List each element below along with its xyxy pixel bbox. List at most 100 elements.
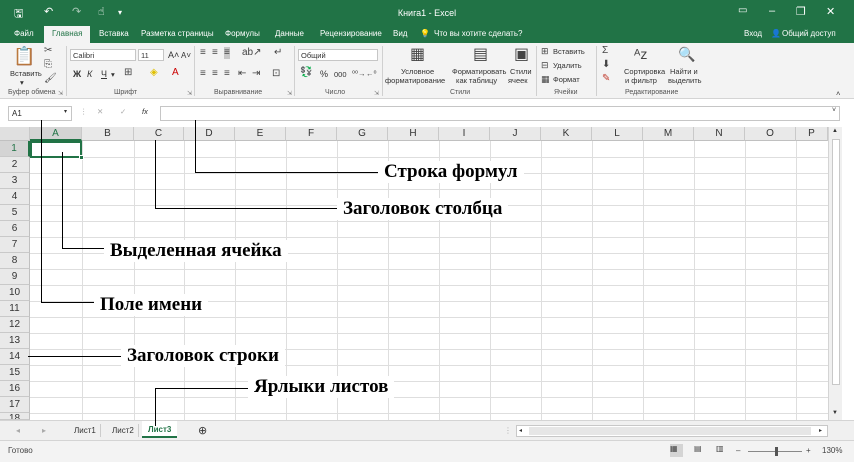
cell-styles-icon[interactable]: ▣ bbox=[514, 46, 529, 64]
align-bottom-icon[interactable]: ≡ bbox=[224, 47, 230, 59]
align-right-icon[interactable]: ≡ bbox=[224, 68, 230, 80]
tab-data[interactable]: Данные bbox=[275, 29, 304, 38]
zoom-in-icon[interactable]: + bbox=[806, 446, 811, 455]
close-button[interactable]: ✕ bbox=[826, 5, 835, 18]
find-select-label-1[interactable]: Найти и bbox=[670, 67, 698, 76]
underline-button[interactable]: Ч bbox=[101, 69, 107, 79]
paste-icon[interactable]: 📋 bbox=[13, 46, 35, 66]
conditional-formatting-label-1[interactable]: Условное bbox=[401, 67, 434, 76]
row-header-13[interactable]: 13 bbox=[0, 333, 30, 349]
scroll-down-icon[interactable]: ▼ bbox=[832, 410, 838, 416]
align-left-icon[interactable]: ≡ bbox=[200, 68, 206, 80]
accounting-format-icon[interactable]: 💱 bbox=[300, 67, 312, 79]
scroll-left-icon[interactable]: ◂ bbox=[519, 427, 522, 434]
font-name-select[interactable]: Calibri bbox=[70, 49, 136, 61]
delete-cells-button[interactable]: Удалить bbox=[553, 61, 582, 70]
sheet-tab-1[interactable]: Лист1 bbox=[70, 424, 101, 437]
column-header-b[interactable]: B bbox=[82, 127, 134, 141]
cut-icon[interactable]: ✂ bbox=[44, 45, 52, 57]
collapse-ribbon-icon[interactable]: ˄ bbox=[836, 89, 840, 98]
paste-button[interactable]: Вставить bbox=[10, 69, 42, 78]
column-header-d[interactable]: D bbox=[184, 127, 235, 141]
sign-in-link[interactable]: Вход bbox=[744, 29, 762, 38]
row-header-10[interactable]: 10 bbox=[0, 285, 30, 301]
maximize-button[interactable]: ❐ bbox=[796, 5, 806, 18]
alignment-launcher-icon[interactable]: ⇲ bbox=[287, 90, 292, 97]
column-header-j[interactable]: J bbox=[490, 127, 541, 141]
confirm-entry-icon[interactable]: ✓ bbox=[120, 107, 126, 116]
scroll-up-icon[interactable]: ▲ bbox=[832, 128, 838, 134]
row-header-6[interactable]: 6 bbox=[0, 221, 30, 237]
wrap-text-icon[interactable]: ↵ bbox=[274, 47, 282, 59]
increase-font-icon[interactable]: A˄ bbox=[168, 50, 179, 60]
tab-formulas[interactable]: Формулы bbox=[225, 29, 260, 38]
column-header-f[interactable]: F bbox=[286, 127, 337, 141]
row-header-8[interactable]: 8 bbox=[0, 253, 30, 269]
column-header-h[interactable]: H bbox=[388, 127, 439, 141]
zoom-level[interactable]: 130% bbox=[822, 446, 842, 455]
format-as-table-label-2[interactable]: как таблицу bbox=[456, 76, 497, 85]
paste-dropdown-icon[interactable]: ▾ bbox=[20, 78, 24, 87]
tab-insert[interactable]: Вставка bbox=[99, 29, 129, 38]
row-header-15[interactable]: 15 bbox=[0, 365, 30, 381]
minimize-button[interactable]: – bbox=[769, 5, 775, 17]
font-launcher-icon[interactable]: ⇲ bbox=[187, 90, 192, 97]
tab-split-handle-icon[interactable]: ⋮ bbox=[500, 424, 516, 437]
column-header-m[interactable]: M bbox=[643, 127, 694, 141]
insert-cells-button[interactable]: Вставить bbox=[553, 47, 585, 56]
ribbon-display-options-icon[interactable]: ▭ bbox=[738, 5, 747, 16]
sort-filter-icon[interactable]: ᴬᴢ bbox=[634, 46, 647, 62]
tab-view[interactable]: Вид bbox=[393, 29, 407, 38]
formula-input[interactable] bbox=[160, 106, 840, 121]
increase-indent-icon[interactable]: ⇥ bbox=[252, 68, 260, 80]
row-header-14[interactable]: 14 bbox=[0, 349, 30, 365]
column-header-k[interactable]: K bbox=[541, 127, 592, 141]
share-icon[interactable]: 👤 bbox=[771, 29, 781, 38]
normal-view-icon[interactable]: ▦ bbox=[670, 444, 683, 457]
row-header-4[interactable]: 4 bbox=[0, 189, 30, 205]
sheet-tab-3[interactable]: Лист3 bbox=[142, 421, 178, 438]
find-select-label-2[interactable]: выделить bbox=[668, 76, 702, 85]
page-break-view-icon[interactable]: ▥ bbox=[716, 444, 724, 453]
row-header-1[interactable]: 1 bbox=[0, 141, 30, 157]
align-center-icon[interactable]: ≡ bbox=[212, 68, 218, 80]
tab-file[interactable]: Файл bbox=[14, 29, 34, 38]
cell-styles-label-2[interactable]: ячеек bbox=[508, 76, 528, 85]
scroll-right-icon[interactable]: ▸ bbox=[819, 427, 822, 434]
row-header-5[interactable]: 5 bbox=[0, 205, 30, 221]
column-header-e[interactable]: E bbox=[235, 127, 286, 141]
orientation-icon[interactable]: ab↗ bbox=[242, 47, 262, 59]
font-color-icon[interactable]: A bbox=[172, 67, 179, 79]
copy-icon[interactable]: ⎘ bbox=[44, 59, 52, 71]
expand-formula-bar-icon[interactable]: ˅ bbox=[832, 107, 836, 114]
clipboard-launcher-icon[interactable]: ⇲ bbox=[58, 90, 63, 97]
row-header-7[interactable]: 7 bbox=[0, 237, 30, 253]
row-header-17[interactable]: 17 bbox=[0, 397, 30, 413]
column-header-l[interactable]: L bbox=[592, 127, 643, 141]
format-cells-icon[interactable]: ▦ bbox=[541, 73, 550, 85]
share-button[interactable]: Общий доступ bbox=[782, 29, 836, 38]
increase-decimal-icon[interactable]: ⁰⁰→ bbox=[352, 69, 366, 78]
merge-center-icon[interactable]: ⊡ bbox=[272, 68, 280, 80]
delete-cells-icon[interactable]: ⊟ bbox=[541, 59, 549, 71]
borders-icon[interactable]: ⊞ bbox=[124, 67, 132, 79]
format-as-table-icon[interactable]: ▤ bbox=[473, 46, 488, 64]
tell-me-box[interactable]: Что вы хотите сделать? bbox=[434, 29, 522, 38]
format-cells-button[interactable]: Формат bbox=[553, 75, 580, 84]
new-sheet-icon[interactable]: ⊕ bbox=[194, 422, 211, 439]
bold-button[interactable]: Ж bbox=[73, 69, 81, 79]
name-box[interactable]: A1 bbox=[8, 106, 72, 121]
row-header-16[interactable]: 16 bbox=[0, 381, 30, 397]
horizontal-scrollbar[interactable]: ◂ ▸ bbox=[516, 425, 828, 437]
tab-page-layout[interactable]: Разметка страницы bbox=[141, 29, 214, 38]
row-header-12[interactable]: 12 bbox=[0, 317, 30, 333]
format-as-table-label-1[interactable]: Форматировать bbox=[452, 67, 506, 76]
fill-handle[interactable] bbox=[79, 155, 84, 160]
clear-icon[interactable]: ✎ bbox=[602, 73, 610, 85]
row-header-9[interactable]: 9 bbox=[0, 269, 30, 285]
column-header-n[interactable]: N bbox=[694, 127, 745, 141]
page-layout-view-icon[interactable]: ▤ bbox=[694, 444, 702, 453]
underline-dropdown-icon[interactable]: ▾ bbox=[111, 70, 115, 79]
cancel-entry-icon[interactable]: ✕ bbox=[97, 107, 103, 116]
column-header-c[interactable]: C bbox=[134, 127, 184, 141]
